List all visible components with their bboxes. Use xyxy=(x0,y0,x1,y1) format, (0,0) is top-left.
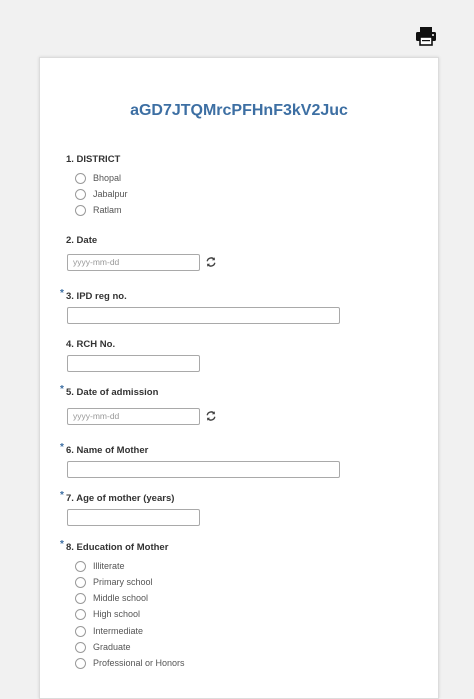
question-text: 6. Name of Mother xyxy=(66,445,149,456)
option-label: High school xyxy=(93,609,141,619)
print-button[interactable] xyxy=(415,26,437,46)
question-text: 5. Date of admission xyxy=(66,387,159,398)
question-text: 3. IPD reg no. xyxy=(66,291,127,302)
radio-button[interactable] xyxy=(75,172,86,184)
option-graduate[interactable]: Graduate xyxy=(75,640,131,654)
radio-button[interactable] xyxy=(75,560,86,572)
printer-icon xyxy=(416,27,436,46)
required-asterisk: * xyxy=(60,442,64,453)
refresh-icon[interactable] xyxy=(205,256,217,268)
option-label: Ratlam xyxy=(93,205,122,215)
option-bhopal[interactable]: Bhopal xyxy=(75,171,121,185)
question-text: 7. Age of mother (years) xyxy=(66,493,175,504)
required-asterisk: * xyxy=(60,384,64,395)
option-label: Illiterate xyxy=(93,561,125,571)
option-jabalpur[interactable]: Jabalpur xyxy=(75,187,128,201)
admission-date-input[interactable]: yyyy-mm-dd xyxy=(67,408,200,425)
option-ratlam[interactable]: Ratlam xyxy=(75,203,122,217)
option-primary-school[interactable]: Primary school xyxy=(75,575,153,589)
refresh-icon[interactable] xyxy=(205,410,217,422)
question-text: 8. Education of Mother xyxy=(66,542,169,553)
question-mother-age-label: * 7. Age of mother (years) xyxy=(60,490,175,504)
mother-name-input[interactable] xyxy=(67,461,340,478)
option-label: Graduate xyxy=(93,642,131,652)
question-mother-education-label: * 8. Education of Mother xyxy=(60,539,169,553)
required-asterisk: * xyxy=(60,490,64,501)
radio-button[interactable] xyxy=(75,608,86,620)
ipd-reg-input[interactable] xyxy=(67,307,340,324)
date-input[interactable]: yyyy-mm-dd xyxy=(67,254,200,271)
radio-button[interactable] xyxy=(75,641,86,653)
question-rch-label: 4. RCH No. xyxy=(66,339,116,350)
option-label: Primary school xyxy=(93,577,153,587)
option-intermediate[interactable]: Intermediate xyxy=(75,624,143,638)
required-asterisk: * xyxy=(60,539,64,550)
radio-button[interactable] xyxy=(75,657,86,669)
radio-button[interactable] xyxy=(75,188,86,200)
question-mother-name-label: * 6. Name of Mother xyxy=(60,442,149,456)
required-asterisk: * xyxy=(60,288,64,299)
option-label: Jabalpur xyxy=(93,189,128,199)
option-label: Bhopal xyxy=(93,173,122,183)
mother-age-input[interactable] xyxy=(67,509,200,526)
option-label: Middle school xyxy=(93,593,149,603)
radio-button[interactable] xyxy=(75,204,86,216)
form-card: aGD7JTQMrcPFHnF3kV2Juc 1. DISTRICT Bhopa… xyxy=(39,57,439,699)
rch-input[interactable] xyxy=(67,355,200,372)
question-ipd-reg-label: * 3. IPD reg no. xyxy=(60,288,127,302)
option-middle-school[interactable]: Middle school xyxy=(75,591,148,605)
radio-button[interactable] xyxy=(75,592,86,604)
radio-button[interactable] xyxy=(75,625,86,637)
radio-button[interactable] xyxy=(75,576,86,588)
option-illiterate[interactable]: Illiterate xyxy=(75,559,125,573)
question-admission-date-label: * 5. Date of admission xyxy=(60,384,159,398)
option-professional-or-honors[interactable]: Professional or Honors xyxy=(75,656,185,670)
question-district-label: 1. DISTRICT xyxy=(66,154,121,165)
option-high-school[interactable]: High school xyxy=(75,607,140,621)
question-date-label: 2. Date xyxy=(66,235,98,246)
form-title: aGD7JTQMrcPFHnF3kV2Juc xyxy=(130,102,348,119)
option-label: Professional or Honors xyxy=(93,658,185,668)
option-label: Intermediate xyxy=(93,626,144,636)
